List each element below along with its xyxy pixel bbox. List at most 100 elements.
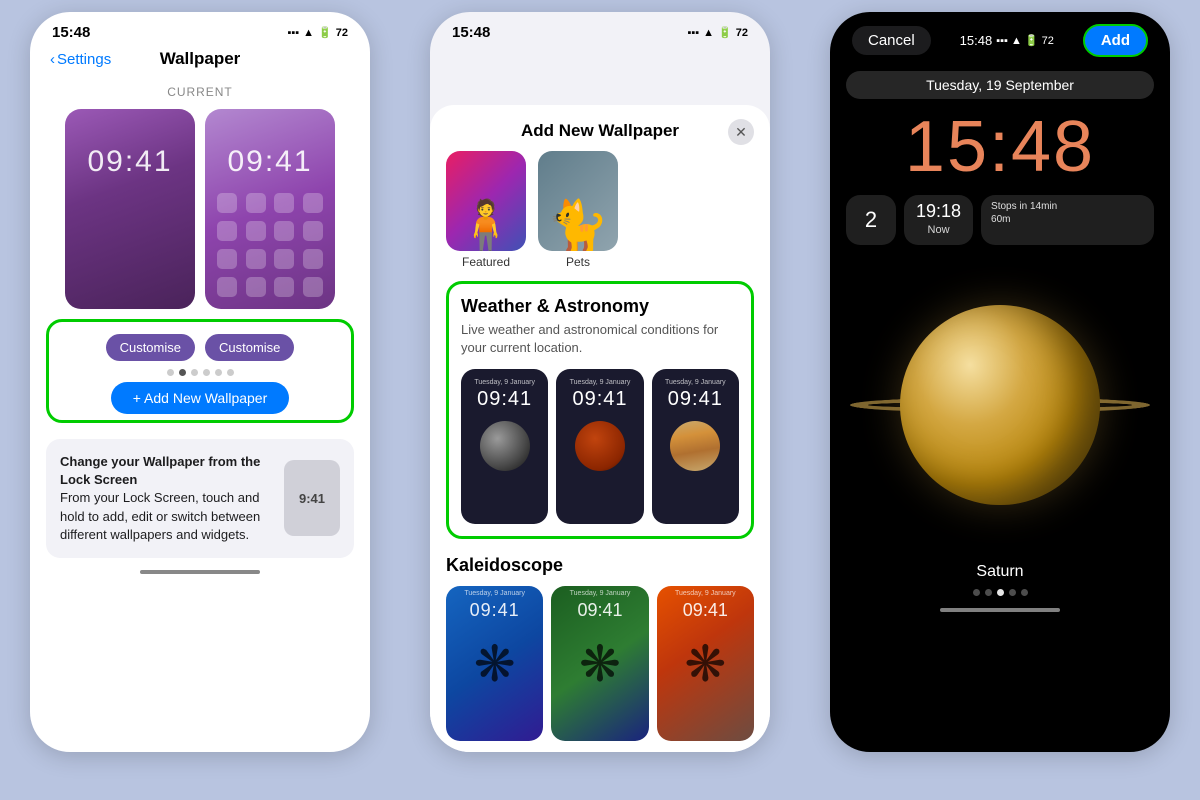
info-card-title: Change your Wallpaper from the Lock Scre… (60, 454, 260, 487)
moon-time: 09:41 (477, 388, 532, 411)
moon-planet-container (467, 411, 542, 481)
lock-screen-preview[interactable]: 09:41 (65, 109, 195, 309)
kaleid-wallpaper-row: ❋ Tuesday, 9 January 09:41 ❋ Tuesday, 9 … (446, 586, 754, 741)
kaleid-green[interactable]: ❋ Tuesday, 9 January 09:41 (551, 586, 648, 741)
dot-2 (179, 369, 186, 376)
ls-widget-inner-time: 19:18 (916, 201, 961, 222)
ls-widget-number: 2 (846, 195, 896, 245)
moon-date: Tuesday, 9 January (474, 379, 535, 386)
modal-header: Add New Wallpaper ✕ (430, 105, 770, 151)
signal-icon-2: ▪▪▪ (687, 27, 699, 39)
phone-frame-2: 15:48 ▪▪▪ ▲ 🔋 72 Add New Wallpaper ✕ 🧍 (430, 12, 770, 752)
back-label-1: Settings (57, 51, 111, 68)
kaleid-blue-date: Tuesday, 9 January (446, 590, 543, 597)
home-screen-preview[interactable]: 09:41 (205, 109, 335, 309)
lock-screen-content: Tuesday, 19 September 15:48 2 19:18 Now … (830, 61, 1170, 245)
weather-section-desc: Live weather and astronomical conditions… (461, 321, 739, 357)
app-icon (274, 193, 294, 213)
ls-dot-4 (1009, 589, 1016, 596)
add-button[interactable]: Add (1083, 24, 1148, 57)
cancel-button[interactable]: Cancel (852, 26, 931, 55)
jupiter-planet-container (658, 411, 733, 481)
panel-1: 15:48 ▪▪▪ ▲ 🔋 72 ‹ Settings Wallpaper CU… (0, 0, 400, 800)
wifi-icon-1: ▲ (303, 27, 314, 39)
add-new-wallpaper-button[interactable]: + Add New Wallpaper (111, 382, 290, 414)
panel-3: Cancel 15:48 ▪▪▪ ▲ 🔋 72 Add Tuesday, 19 … (800, 0, 1200, 800)
weather-wallpaper-row: Tuesday, 9 January 09:41 Tuesday, 9 Janu… (461, 369, 739, 524)
phone-frame-3: Cancel 15:48 ▪▪▪ ▲ 🔋 72 Add Tuesday, 19 … (830, 12, 1170, 752)
ls-widget-weather: Stops in 14min 60m (981, 195, 1154, 245)
info-card-text: Change your Wallpaper from the Lock Scre… (60, 453, 272, 544)
saturn-name-label: Saturn (830, 563, 1170, 581)
pets-thumb: 🐈 (538, 151, 618, 251)
mars-planet (575, 421, 625, 471)
status-icons-2: ▪▪▪ ▲ 🔋 72 (687, 26, 748, 39)
app-icon (217, 221, 237, 241)
panel3-status-icons: ▪▪▪ ▲ 🔋 72 (996, 34, 1054, 47)
ls-time-display: 15:48 (846, 111, 1154, 183)
saturn-planet (900, 305, 1100, 505)
jupiter-wallpaper[interactable]: Tuesday, 9 January 09:41 (652, 369, 739, 524)
info-time-preview: 9:41 (284, 460, 340, 536)
weather-astronomy-section: Weather & Astronomy Live weather and ast… (446, 281, 754, 539)
app-icon (246, 193, 266, 213)
category-featured[interactable]: 🧍 Featured (446, 151, 526, 269)
kaleid-gold-time: 09:41 (657, 600, 754, 621)
add-wallpaper-modal: Add New Wallpaper ✕ 🧍 Featured 🐈 Pets (430, 105, 770, 752)
kaleid-blue[interactable]: ❋ Tuesday, 9 January 09:41 (446, 586, 543, 741)
category-pets[interactable]: 🐈 Pets (538, 151, 618, 269)
home-time-display: 09:41 (227, 145, 312, 179)
back-button-1[interactable]: ‹ Settings (50, 51, 111, 68)
status-bar-2: 15:48 ▪▪▪ ▲ 🔋 72 (430, 12, 770, 45)
battery-level-1: 72 (336, 27, 348, 39)
featured-thumb: 🧍 (446, 151, 526, 251)
lock-time-display: 09:41 (87, 145, 172, 179)
app-icon (303, 221, 323, 241)
mars-planet-container (562, 411, 637, 481)
featured-label: Featured (462, 255, 510, 269)
ls-dot-1 (973, 589, 980, 596)
ls-date-display: Tuesday, 19 September (846, 71, 1154, 99)
phone-frame-1: 15:48 ▪▪▪ ▲ 🔋 72 ‹ Settings Wallpaper CU… (30, 12, 370, 752)
status-icons-1: ▪▪▪ ▲ 🔋 72 (287, 26, 348, 39)
category-scroll: 🧍 Featured 🐈 Pets (430, 151, 770, 281)
panel3-action-bar: Cancel 15:48 ▪▪▪ ▲ 🔋 72 Add (830, 12, 1170, 61)
status-time-1: 15:48 (52, 24, 90, 41)
customise-home-button[interactable]: Customise (205, 334, 294, 361)
jupiter-time: 09:41 (668, 388, 723, 411)
kaleidoscope-section: Kaleidoscope (446, 555, 754, 576)
pets-figure: 🐈 (547, 201, 609, 251)
app-icon (246, 221, 266, 241)
info-card-body: From your Lock Screen, touch and hold to… (60, 490, 260, 541)
weather-label: Stops in 14min (991, 201, 1144, 212)
customise-lock-button[interactable]: Customise (106, 334, 195, 361)
kaleid-green-time: 09:41 (551, 600, 648, 621)
dot-6 (227, 369, 234, 376)
wallpaper-previews: 09:41 09:41 (46, 109, 354, 309)
featured-figure: 🧍 (455, 201, 517, 251)
dot-3 (191, 369, 198, 376)
dot-1 (167, 369, 174, 376)
saturn-system (900, 305, 1100, 505)
mars-wallpaper[interactable]: Tuesday, 9 January 09:41 (556, 369, 643, 524)
status-time-2: 15:48 (452, 24, 490, 41)
app-icon (274, 277, 294, 297)
home-indicator-1 (140, 570, 260, 574)
ls-widgets-row: 2 19:18 Now Stops in 14min 60m (846, 195, 1154, 245)
app-icon (303, 193, 323, 213)
mars-date: Tuesday, 9 January (570, 379, 631, 386)
saturn-container (830, 255, 1170, 555)
kaleid-green-date: Tuesday, 9 January (551, 590, 648, 597)
jupiter-date: Tuesday, 9 January (665, 379, 726, 386)
current-label: CURRENT (30, 85, 370, 99)
app-icon (274, 221, 294, 241)
modal-close-button[interactable]: ✕ (728, 119, 754, 145)
moon-wallpaper[interactable]: Tuesday, 9 January 09:41 (461, 369, 548, 524)
battery-icon-1: 🔋 (318, 26, 332, 39)
kaleid-gold[interactable]: ❋ Tuesday, 9 January 09:41 (657, 586, 754, 741)
home-indicator-3 (940, 608, 1060, 612)
panel3-status-time: 15:48 ▪▪▪ ▲ 🔋 72 (960, 33, 1054, 48)
signal-icon-1: ▪▪▪ (287, 27, 299, 39)
kaleid-title: Kaleidoscope (446, 555, 754, 576)
panel3-time: 15:48 (960, 33, 993, 48)
